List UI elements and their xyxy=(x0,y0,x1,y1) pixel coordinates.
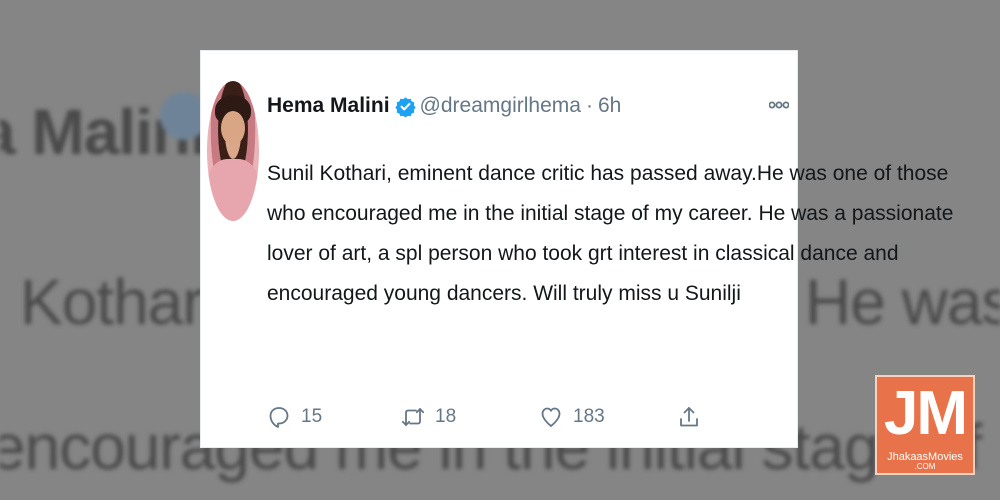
reply-count: 15 xyxy=(301,406,323,427)
ellipsis-icon[interactable] xyxy=(768,97,790,109)
retweet-count: 18 xyxy=(435,406,457,427)
like-button[interactable]: 183 xyxy=(539,397,605,437)
logo-tld: .COM xyxy=(914,462,936,471)
share-button[interactable] xyxy=(677,397,701,437)
reply-button[interactable]: 15 xyxy=(267,397,322,437)
heart-icon xyxy=(541,407,561,427)
tweet-text-line: who encouraged me in the initial stage o… xyxy=(267,202,954,225)
tweet-text: Sunil Kothari, eminent dance critic has … xyxy=(267,154,954,314)
avatar-clothing xyxy=(207,159,259,221)
tweet-text-line: lover of art, a spl person who took grt … xyxy=(267,242,899,265)
avatar-face xyxy=(221,111,245,145)
header-separator: · xyxy=(585,94,593,117)
tweet-text-line: Sunil Kothari, eminent dance critic has … xyxy=(267,162,949,185)
share-icon xyxy=(680,407,698,427)
tweet-actions: 15 18 183 xyxy=(267,397,767,437)
tweet-card[interactable]: Hema Malini @dreamgirlhema · 6h Sunil Ko… xyxy=(200,50,954,448)
tweet-text-line: encouraged young dancers. Will truly mis… xyxy=(267,282,741,305)
author-name[interactable]: Hema Malini xyxy=(267,94,390,118)
avatar[interactable] xyxy=(207,81,259,221)
like-count: 183 xyxy=(573,406,605,427)
reply-icon xyxy=(269,407,289,428)
retweet-button[interactable]: 18 xyxy=(401,397,456,437)
verified-icon xyxy=(394,96,416,118)
tweet-timestamp[interactable]: 6h xyxy=(598,94,621,118)
watermark-logo: JM JhakaasMovies .COM xyxy=(875,375,975,475)
author-handle[interactable]: @dreamgirlhema xyxy=(420,94,581,118)
tweet-header: Hema Malini @dreamgirlhema · 6h xyxy=(267,91,621,121)
retweet-icon xyxy=(401,408,425,426)
logo-letters: JM xyxy=(883,379,968,448)
